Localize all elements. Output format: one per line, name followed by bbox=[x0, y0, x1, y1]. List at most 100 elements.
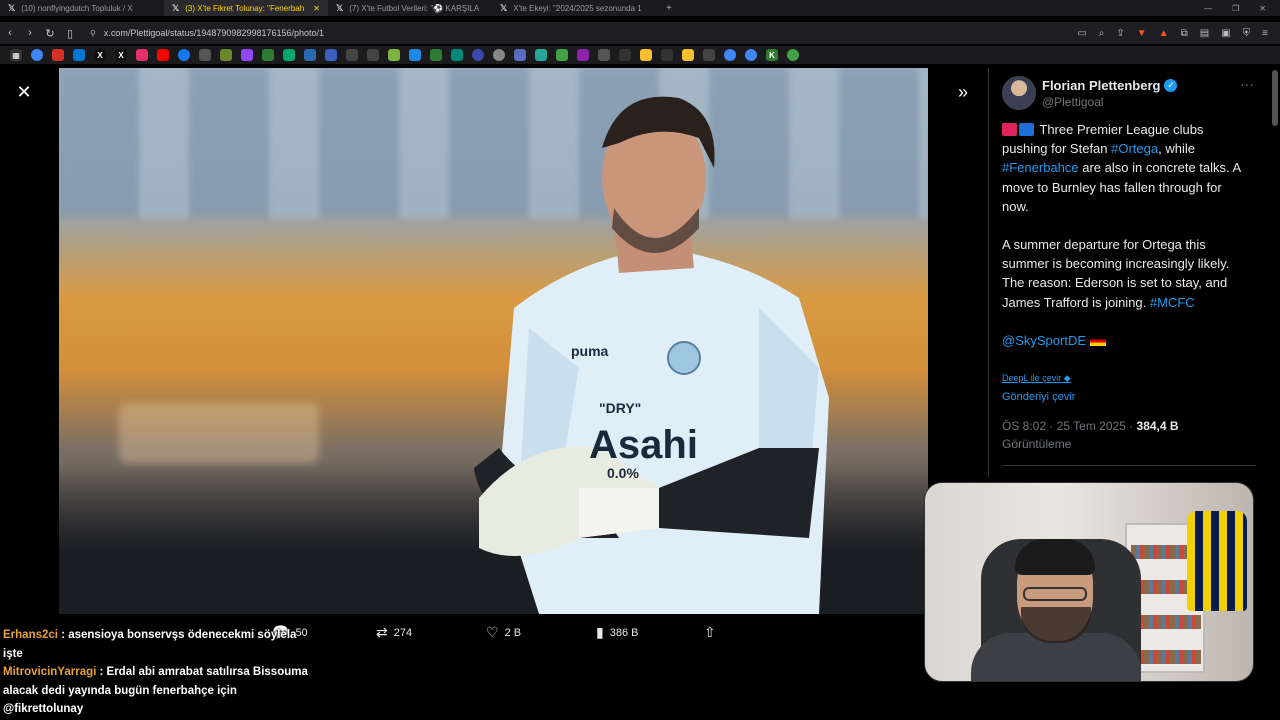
extensions-icon[interactable]: ⧉ bbox=[1181, 28, 1188, 39]
bookmark-icon[interactable] bbox=[220, 49, 232, 61]
share-button[interactable]: ⇧ bbox=[704, 624, 716, 641]
deepl-translate-link[interactable]: DeepL ile çevir ◆ bbox=[1002, 373, 1071, 384]
fenerbahce-jersey bbox=[1187, 511, 1247, 611]
youtube-bookmark-icon[interactable] bbox=[157, 49, 169, 61]
verified-badge-icon: ✓ bbox=[1164, 79, 1178, 92]
bookmark-icon[interactable] bbox=[388, 49, 400, 61]
bookmark-icon[interactable] bbox=[199, 49, 211, 61]
bookmark-icon[interactable] bbox=[304, 49, 316, 61]
address-toolbar: ‹ › ↻ ▯ ⚲ x.com/Plettigoal/status/194879… bbox=[0, 22, 1280, 44]
bookmark-icon[interactable] bbox=[640, 49, 652, 61]
reload-icon[interactable]: ↻ bbox=[40, 27, 60, 40]
apps-icon[interactable]: ▦ bbox=[10, 49, 22, 61]
bookmark-icon[interactable] bbox=[367, 49, 379, 61]
hashtag-link[interactable]: #MCFC bbox=[1150, 295, 1195, 310]
tab-title: X'te Ekeyi: "2024/2025 sezonunda 1 bbox=[513, 3, 642, 13]
url-bar[interactable]: ⚲ x.com/Plettigoal/status/19487909829981… bbox=[90, 28, 324, 38]
bookmark-icon[interactable] bbox=[283, 49, 295, 61]
facebook-bookmark-icon[interactable] bbox=[178, 49, 190, 61]
vpn-icon[interactable]: ⛨ bbox=[1243, 28, 1251, 39]
hashtag-link[interactable]: #Ortega bbox=[1111, 141, 1158, 156]
mention-link[interactable]: @SkySportDE bbox=[1002, 333, 1086, 348]
back-icon[interactable]: ‹ bbox=[0, 27, 20, 39]
google-bookmark-icon[interactable] bbox=[31, 49, 43, 61]
bookmark-icon[interactable] bbox=[598, 49, 610, 61]
tab-4[interactable]: 𝕏 X'te Ekeyi: "2024/2025 sezonunda 1 bbox=[492, 0, 656, 16]
hashtag-link[interactable]: #Fenerbahce bbox=[1002, 160, 1079, 175]
author-name[interactable]: Florian Plettenberg ✓ bbox=[1042, 78, 1178, 93]
bookmark-icon[interactable] bbox=[577, 49, 589, 61]
bookmark-icon[interactable] bbox=[409, 49, 421, 61]
svg-text:puma: puma bbox=[571, 343, 609, 359]
chat-message: MitrovicinYarragi : Erdal abi amrabat sa… bbox=[3, 663, 313, 719]
bookmark-icon[interactable] bbox=[451, 49, 463, 61]
bookmark-icon[interactable] bbox=[346, 49, 358, 61]
window-controls: — ❐ ✕ bbox=[1204, 4, 1280, 13]
svg-text:Asahi: Asahi bbox=[589, 423, 698, 467]
cast-icon[interactable]: ▭ bbox=[1077, 28, 1086, 39]
tab-2-active[interactable]: 𝕏 (3) X'te Fikret Tolunay: "Fenerbah ✕ bbox=[164, 0, 328, 16]
tweet-timestamp[interactable]: ÖS 8:02 · 25 Tem 2025 · 384,4 B bbox=[1002, 419, 1179, 433]
bookmark-icon[interactable] bbox=[619, 49, 631, 61]
stream-chat: Erhans2ci : asensioya bonservşs ödenecek… bbox=[3, 626, 313, 719]
tab-3[interactable]: 𝕏 (7) X'te Futbol Verileri: "⚽ KARŞILA bbox=[328, 0, 492, 16]
sidebar-icon[interactable]: ▤ bbox=[1200, 28, 1209, 39]
share-icon[interactable]: ⇪ bbox=[1116, 28, 1124, 39]
translate-post-link[interactable]: Gönderiyi çevir bbox=[1002, 391, 1075, 403]
bookmark-icon[interactable] bbox=[262, 49, 274, 61]
bookmark-icon[interactable] bbox=[787, 49, 799, 61]
twitch-bookmark-icon[interactable] bbox=[241, 49, 253, 61]
folder-icon[interactable] bbox=[682, 49, 694, 61]
x-bookmark-icon[interactable]: X bbox=[115, 49, 127, 61]
expand-panel-icon[interactable]: » bbox=[952, 82, 974, 102]
tab-close-icon[interactable]: ✕ bbox=[313, 4, 320, 13]
google-bookmark-icon[interactable] bbox=[745, 49, 757, 61]
close-media-icon[interactable]: ✕ bbox=[14, 82, 34, 102]
views-button[interactable]: ▮ 386 B bbox=[596, 624, 638, 641]
forward-icon[interactable]: › bbox=[20, 27, 40, 39]
bookmark-icon[interactable] bbox=[535, 49, 547, 61]
bookmark-icon[interactable] bbox=[493, 49, 505, 61]
instagram-bookmark-icon[interactable] bbox=[136, 49, 148, 61]
x-bookmark-icon[interactable]: X bbox=[94, 49, 106, 61]
site-info-icon[interactable]: ⚲ bbox=[90, 29, 96, 38]
bookmark-icon[interactable] bbox=[472, 49, 484, 61]
germany-flag-icon bbox=[1089, 335, 1106, 346]
bookmark-icon[interactable] bbox=[430, 49, 442, 61]
bookmark-icon[interactable] bbox=[514, 49, 526, 61]
gmail-bookmark-icon[interactable] bbox=[52, 49, 64, 61]
more-options-icon[interactable]: ··· bbox=[1240, 76, 1254, 92]
scrollbar[interactable] bbox=[1272, 70, 1278, 126]
chat-username: Erhans2ci bbox=[3, 629, 58, 641]
kick-bookmark-icon[interactable]: K bbox=[766, 49, 778, 61]
minimize-icon[interactable]: — bbox=[1204, 4, 1212, 13]
bookmark-icon[interactable] bbox=[325, 49, 337, 61]
author-handle[interactable]: @Plettigoal bbox=[1042, 95, 1104, 109]
window-close-icon[interactable]: ✕ bbox=[1259, 4, 1266, 13]
wallet-icon[interactable]: ▣ bbox=[1221, 28, 1230, 39]
tweet-paragraph: A summer departure for Ortega this summe… bbox=[1002, 237, 1230, 310]
bookmark-icon[interactable] bbox=[661, 49, 673, 61]
brave-rewards-icon[interactable]: ▲ bbox=[1159, 28, 1169, 39]
like-button[interactable]: ♡ 2 B bbox=[486, 624, 521, 641]
chat-message: Erhans2ci : asensioya bonservşs ödenecek… bbox=[3, 626, 313, 663]
chat-username: MitrovicinYarragi bbox=[3, 666, 97, 678]
new-tab-button[interactable]: + bbox=[656, 3, 682, 14]
avatar[interactable] bbox=[1002, 76, 1036, 110]
zoom-icon[interactable]: ⌕ bbox=[1099, 28, 1105, 39]
tab-1[interactable]: 𝕏 (10) nonflyingdutch Topluluk / X bbox=[0, 0, 164, 16]
brave-shield-icon[interactable]: ▼ bbox=[1137, 28, 1147, 39]
outlook-bookmark-icon[interactable] bbox=[73, 49, 85, 61]
bookmark-icon[interactable]: ▯ bbox=[60, 27, 80, 40]
retweet-button[interactable]: ⇄ 274 bbox=[376, 624, 412, 641]
menu-icon[interactable]: ≡ bbox=[1262, 28, 1268, 39]
share-icon: ⇧ bbox=[704, 624, 716, 640]
tweet-photo[interactable]: "DRY" Asahi 0.0% puma bbox=[59, 68, 928, 614]
link-icon[interactable] bbox=[703, 49, 715, 61]
maximize-icon[interactable]: ❐ bbox=[1232, 4, 1239, 13]
siren-emoji-icon bbox=[1002, 123, 1017, 136]
retweet-count: 274 bbox=[393, 626, 413, 639]
bookmark-icon[interactable] bbox=[556, 49, 568, 61]
google-bookmark-icon[interactable] bbox=[724, 49, 736, 61]
url-text: x.com/Plettigoal/status/1948790982998176… bbox=[103, 28, 325, 38]
